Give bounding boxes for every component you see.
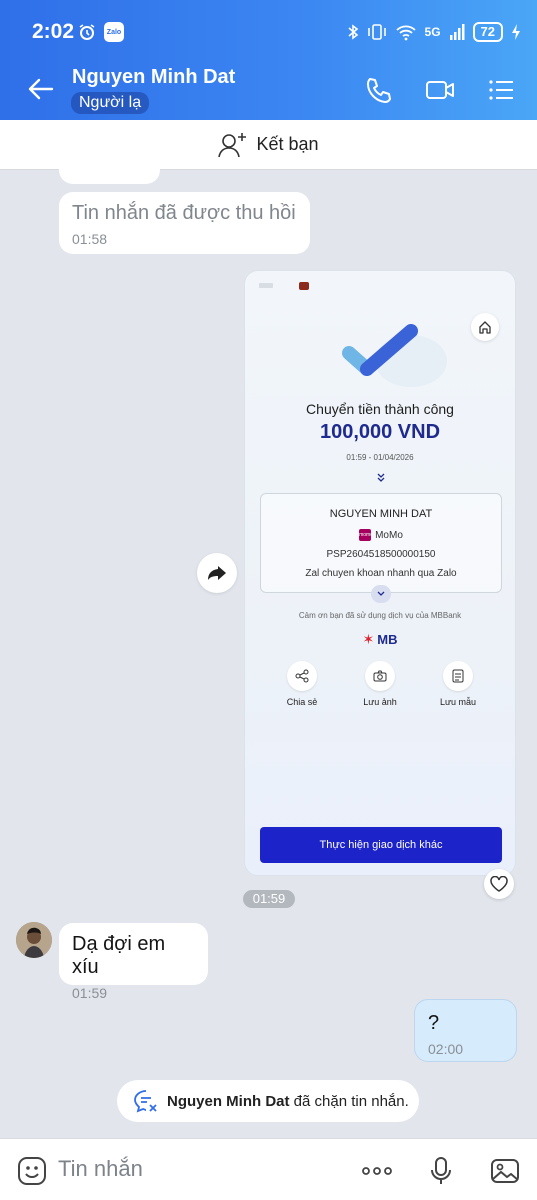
- chevron-down-icon: [377, 591, 385, 596]
- zalo-notification-icon: Zalo: [104, 22, 124, 42]
- vibrate-icon: [367, 24, 386, 40]
- camera-icon: [365, 661, 395, 691]
- receipt-amount: 100,000 VND: [319, 421, 441, 443]
- message-text: Dạ đợi em xíu: [72, 933, 166, 978]
- phone-icon[interactable]: [364, 76, 394, 104]
- receipt-image[interactable]: Chuyển tiền thành công 100,000 VND 01:59…: [244, 270, 516, 876]
- template-icon: [443, 661, 473, 691]
- incoming-message-bubble[interactable]: Dạ đợi em xíu 01:59: [59, 923, 208, 1001]
- home-icon: [479, 321, 491, 334]
- receipt-action-save-image: Lưu ảnh: [350, 661, 410, 707]
- network-label: 5G: [424, 25, 441, 39]
- message-time: 01:59: [72, 985, 108, 1001]
- thanks-text: Cảm ơn bạn đã sử dụng dịch vụ của MBBank: [298, 611, 462, 620]
- blocked-message-icon: [134, 1090, 157, 1113]
- wallet-name: MoMo: [375, 529, 403, 541]
- message-text: ?: [428, 1012, 440, 1034]
- alarm-icon: [79, 24, 95, 40]
- receipt-action-label: Chia sẻ: [286, 697, 318, 707]
- receipt-datetime: 01:59 - 01/04/2026: [346, 453, 414, 462]
- add-friend-icon: [218, 132, 247, 157]
- outgoing-message-bubble[interactable]: ? 02:00: [414, 999, 517, 1062]
- recalled-message-bubble[interactable]: Tin nhắn đã được thu hồi 01:58: [59, 192, 310, 254]
- image-time-chip: 01:59: [243, 890, 295, 908]
- forward-share-button[interactable]: [197, 553, 237, 593]
- signal-icon: [449, 24, 465, 40]
- mb-bank-logo-text: MB: [377, 632, 398, 647]
- transfer-message: Zal chuyen khoan nhanh qua Zalo: [305, 568, 457, 579]
- contact-avatar[interactable]: [16, 922, 52, 958]
- status-time: 2:02: [32, 20, 75, 43]
- charging-icon: [512, 24, 520, 40]
- new-transaction-button: Thực hiện giao dịch khác: [260, 827, 502, 863]
- momo-logo-icon: momo: [359, 529, 373, 541]
- message-time: 02:00: [428, 1041, 464, 1057]
- receipt-action-label: Lưu ảnh: [363, 697, 397, 707]
- transaction-code: PSP2604518500000150: [326, 549, 436, 560]
- message-input[interactable]: Tin nhắn: [58, 1156, 143, 1182]
- expand-details: [371, 585, 391, 603]
- mb-bank-logo: ✶ MB: [245, 631, 515, 648]
- receipt-action-label: Lưu mẫu: [439, 697, 477, 707]
- receipt-home-button: [471, 313, 499, 341]
- mb-star-icon: ✶: [362, 631, 375, 647]
- battery-indicator: 72: [472, 22, 503, 42]
- receipt-detail-card: NGUYEN MINH DAT momo MoMo PSP26045185000…: [260, 493, 502, 593]
- blocked-notice-text: đã chặn tin nhắn.: [293, 1092, 409, 1110]
- heart-icon: [490, 876, 508, 892]
- previous-message-bubble[interactable]: [59, 158, 160, 184]
- back-arrow-icon[interactable]: [26, 74, 56, 104]
- success-check-icon: [342, 324, 447, 387]
- add-friend-label: Kết bạn: [256, 134, 319, 154]
- receipt-status-bar: [259, 281, 309, 293]
- app-header: 2:02 Zalo 5G 72 Nguyen Minh Dat Người lạ: [0, 0, 537, 120]
- emoji-sticker-icon[interactable]: [16, 1155, 48, 1187]
- share-icon: [287, 661, 317, 691]
- recipient-name: NGUYEN MINH DAT: [329, 508, 433, 520]
- wifi-icon: [395, 25, 416, 41]
- image-gallery-icon[interactable]: [489, 1155, 521, 1187]
- blocked-notice-name: Nguyen Minh Dat: [167, 1092, 290, 1110]
- more-options-icon[interactable]: [361, 1155, 393, 1187]
- menu-list-icon[interactable]: [486, 76, 516, 104]
- status-left-icons: Zalo: [78, 22, 124, 42]
- wallet-row: momo MoMo: [261, 529, 501, 541]
- message-composer: Tin nhắn: [0, 1138, 537, 1200]
- receipt-title: Chuyển tiền thành công: [306, 401, 454, 417]
- contact-name[interactable]: Nguyen Minh Dat: [72, 66, 235, 89]
- receipt-action-save-template: Lưu mẫu: [428, 661, 488, 707]
- status-right-icons: 5G 72: [347, 22, 521, 42]
- receipt-app-icon: [259, 282, 309, 290]
- message-text: Tin nhắn đã được thu hồi: [72, 202, 296, 224]
- double-chevron-down-icon: [377, 473, 385, 482]
- message-time: 01:58: [72, 231, 108, 247]
- bluetooth-icon: [347, 24, 358, 40]
- stranger-badge: Người lạ: [71, 92, 150, 114]
- microphone-icon[interactable]: [425, 1155, 457, 1187]
- blocked-notice: Nguyen Minh Dat đã chặn tin nhắn.: [117, 1080, 419, 1122]
- receipt-action-share: Chia sẻ: [272, 661, 332, 707]
- react-heart-button[interactable]: [484, 869, 514, 899]
- video-call-icon[interactable]: [425, 76, 455, 104]
- share-arrow-icon: [208, 566, 226, 580]
